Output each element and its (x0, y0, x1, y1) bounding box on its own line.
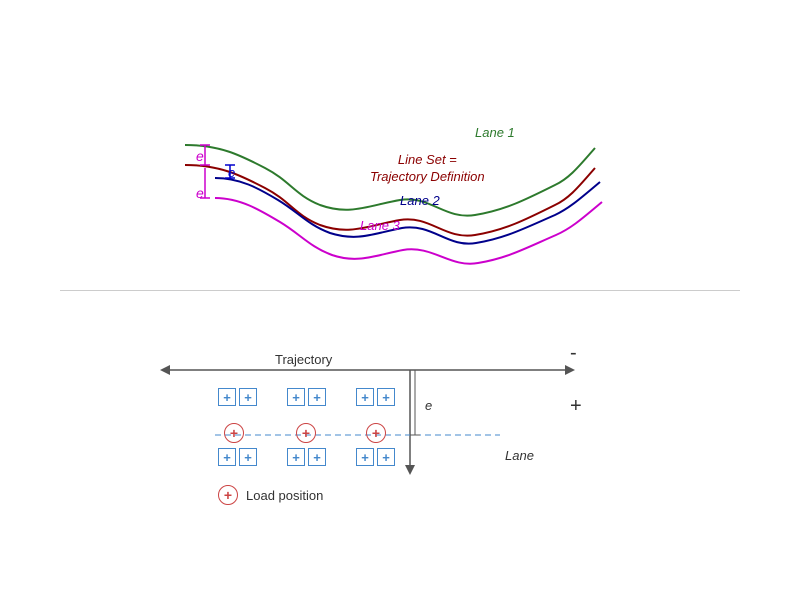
box-group-top-2: + + (287, 388, 326, 406)
lane2-label: Lane 2 (400, 193, 440, 208)
bottom-diagram: Trajectory e Lane - + + + + + + + + + + … (0, 300, 800, 600)
box-group-bot-3: + + (356, 448, 395, 466)
lineset-line1: Line Set = (398, 152, 457, 167)
e-label-top: e (196, 148, 204, 164)
load-pos-3: + (366, 423, 386, 443)
plus-box: + (356, 388, 374, 406)
plus-box: + (356, 448, 374, 466)
plus-box: + (308, 388, 326, 406)
circle-plus-icon: + (366, 423, 386, 443)
lineset-label: Line Set = Trajectory Definition (370, 152, 485, 186)
e-label-inner: e (228, 165, 235, 180)
plus-box: + (239, 448, 257, 466)
lane3-label: Lane 3 (360, 218, 400, 233)
plus-box: + (287, 388, 305, 406)
minus-label: - (570, 342, 577, 365)
top-diagram: Lane 1 Line Set = Trajectory Definition … (0, 0, 800, 290)
plus-box: + (218, 448, 236, 466)
trajectory-label: Trajectory (275, 352, 332, 367)
load-pos-1: + (224, 423, 244, 443)
plus-box: + (377, 448, 395, 466)
e-label-bottom: e (196, 185, 204, 201)
circle-plus-icon: + (224, 423, 244, 443)
lane-bottom-label: Lane (505, 448, 534, 463)
load-position-legend: + Load position (218, 485, 323, 505)
section-divider (60, 290, 740, 291)
e-bottom-label: e (425, 398, 432, 413)
plus-box: + (218, 388, 236, 406)
box-group-top-1: + + (218, 388, 257, 406)
circle-plus-icon: + (296, 423, 316, 443)
box-group-bot-1: + + (218, 448, 257, 466)
plus-box: + (308, 448, 326, 466)
load-position-text: Load position (246, 488, 323, 503)
load-position-icon: + (218, 485, 238, 505)
lineset-line2: Trajectory Definition (370, 169, 485, 184)
plus-box: + (239, 388, 257, 406)
plus-label: + (570, 395, 582, 418)
lane1-label: Lane 1 (475, 125, 515, 140)
plus-box: + (377, 388, 395, 406)
box-group-bot-2: + + (287, 448, 326, 466)
load-pos-2: + (296, 423, 316, 443)
plus-box: + (287, 448, 305, 466)
box-group-top-3: + + (356, 388, 395, 406)
